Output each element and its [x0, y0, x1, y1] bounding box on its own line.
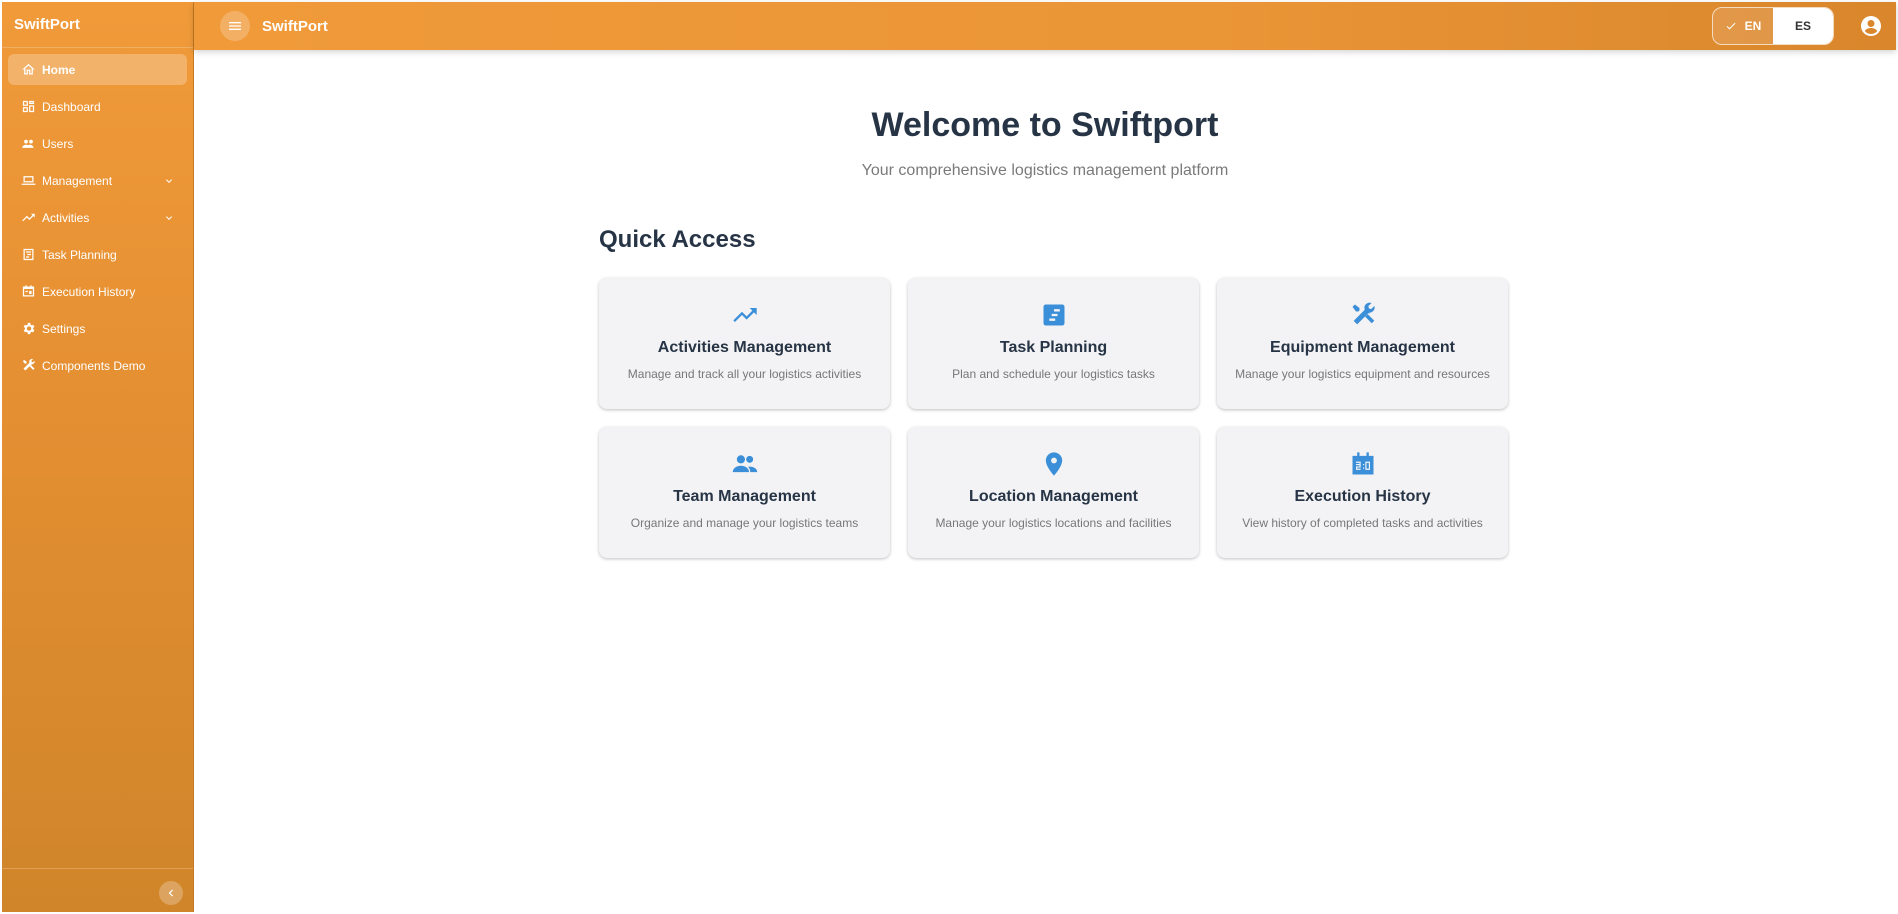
card-description: Manage your logistics equipment and reso… — [1235, 367, 1490, 381]
card-description: View history of completed tasks and acti… — [1242, 516, 1483, 530]
card-title: Team Management — [673, 488, 816, 505]
home-icon — [20, 62, 36, 78]
card-description: Plan and schedule your logistics tasks — [952, 367, 1155, 381]
collapse-sidebar-button[interactable] — [159, 881, 183, 905]
page-subtitle: Your comprehensive logistics management … — [861, 162, 1229, 179]
sidebar-item-label: Dashboard — [42, 99, 101, 114]
sidebar-footer — [2, 868, 193, 912]
app-root: SwiftPort Home Dashboard Users Managemen… — [0, 0, 1898, 914]
sidebar-nav: Home Dashboard Users Management Activiti… — [2, 48, 193, 381]
trending-up-icon — [20, 210, 36, 226]
sidebar-item-label: Activities — [42, 210, 90, 225]
card-equipment-management[interactable]: Equipment Management Manage your logisti… — [1217, 278, 1508, 409]
chevron-down-icon[interactable] — [163, 175, 175, 187]
sidebar: SwiftPort Home Dashboard Users Managemen… — [2, 2, 194, 912]
sidebar-item-label: Users — [42, 136, 74, 151]
card-location-management[interactable]: Location Management Manage your logistic… — [908, 427, 1199, 558]
card-title: Activities Management — [657, 339, 832, 356]
quick-access-grid: Activities Management Manage and track a… — [599, 278, 1509, 558]
top-bar: SwiftPort EN ES — [194, 2, 1896, 50]
sidebar-item-users[interactable]: Users — [8, 128, 187, 159]
team-icon — [730, 449, 760, 479]
calendar-icon — [20, 284, 36, 300]
sidebar-item-label: Settings — [42, 321, 86, 336]
card-description: Manage and track all your logistics acti… — [627, 367, 862, 381]
sidebar-item-label: Execution History — [42, 284, 136, 299]
language-option-en[interactable]: EN — [1713, 8, 1773, 44]
location-pin-icon — [1039, 449, 1069, 479]
hamburger-menu-icon — [229, 22, 241, 30]
tools-icon — [1348, 300, 1378, 330]
users-icon — [20, 136, 36, 152]
menu-button[interactable] — [220, 11, 250, 41]
card-task-planning[interactable]: Task Planning Plan and schedule your log… — [908, 278, 1199, 409]
trending-up-icon — [730, 300, 760, 330]
laptop-icon — [20, 173, 36, 189]
task-icon — [1039, 300, 1069, 330]
sidebar-item-task-planning[interactable]: Task Planning — [8, 239, 187, 270]
sidebar-item-components-demo[interactable]: Components Demo — [8, 350, 187, 381]
tools-icon — [20, 358, 36, 374]
card-activities-management[interactable]: Activities Management Manage and track a… — [599, 278, 890, 409]
language-label: ES — [1794, 19, 1811, 33]
card-description: Organize and manage your logistics teams — [630, 516, 859, 530]
sidebar-item-label: Components Demo — [42, 358, 146, 373]
account-circle-icon — [1861, 16, 1881, 36]
task-icon — [20, 247, 36, 263]
sidebar-item-settings[interactable]: Settings — [8, 313, 187, 344]
page-title: Welcome to Swiftport — [871, 106, 1219, 144]
language-label: EN — [1744, 19, 1762, 33]
card-title: Location Management — [969, 488, 1138, 505]
sidebar-item-home[interactable]: Home — [8, 54, 187, 85]
calendar-icon — [1348, 449, 1378, 479]
gear-icon — [20, 321, 36, 337]
sidebar-item-management[interactable]: Management — [8, 165, 187, 196]
sidebar-item-dashboard[interactable]: Dashboard — [8, 91, 187, 122]
language-option-es[interactable]: ES — [1773, 8, 1833, 44]
sidebar-brand: SwiftPort — [2, 2, 193, 48]
chevron-left-icon — [168, 889, 173, 897]
chevron-down-icon[interactable] — [163, 212, 175, 224]
card-title: Equipment Management — [1270, 339, 1455, 356]
quick-access-title: Quick Access — [599, 226, 756, 253]
sidebar-item-label: Home — [42, 62, 76, 77]
language-toggle: EN ES — [1712, 7, 1834, 45]
check-icon — [1726, 22, 1736, 30]
card-title: Task Planning — [999, 339, 1108, 356]
sidebar-item-activities[interactable]: Activities — [8, 202, 187, 233]
account-button[interactable] — [1856, 11, 1886, 41]
main-content: Welcome to Swiftport Your comprehensive … — [194, 50, 1896, 914]
app-title: SwiftPort — [262, 17, 328, 35]
card-execution-history[interactable]: Execution History View history of comple… — [1217, 427, 1508, 558]
card-description: Manage your logistics locations and faci… — [935, 516, 1172, 530]
sidebar-item-label: Management — [42, 173, 113, 188]
card-title: Execution History — [1294, 488, 1431, 505]
card-team-management[interactable]: Team Management Organize and manage your… — [599, 427, 890, 558]
dashboard-icon — [20, 99, 36, 115]
sidebar-item-label: Task Planning — [42, 247, 117, 262]
sidebar-item-execution-history[interactable]: Execution History — [8, 276, 187, 307]
